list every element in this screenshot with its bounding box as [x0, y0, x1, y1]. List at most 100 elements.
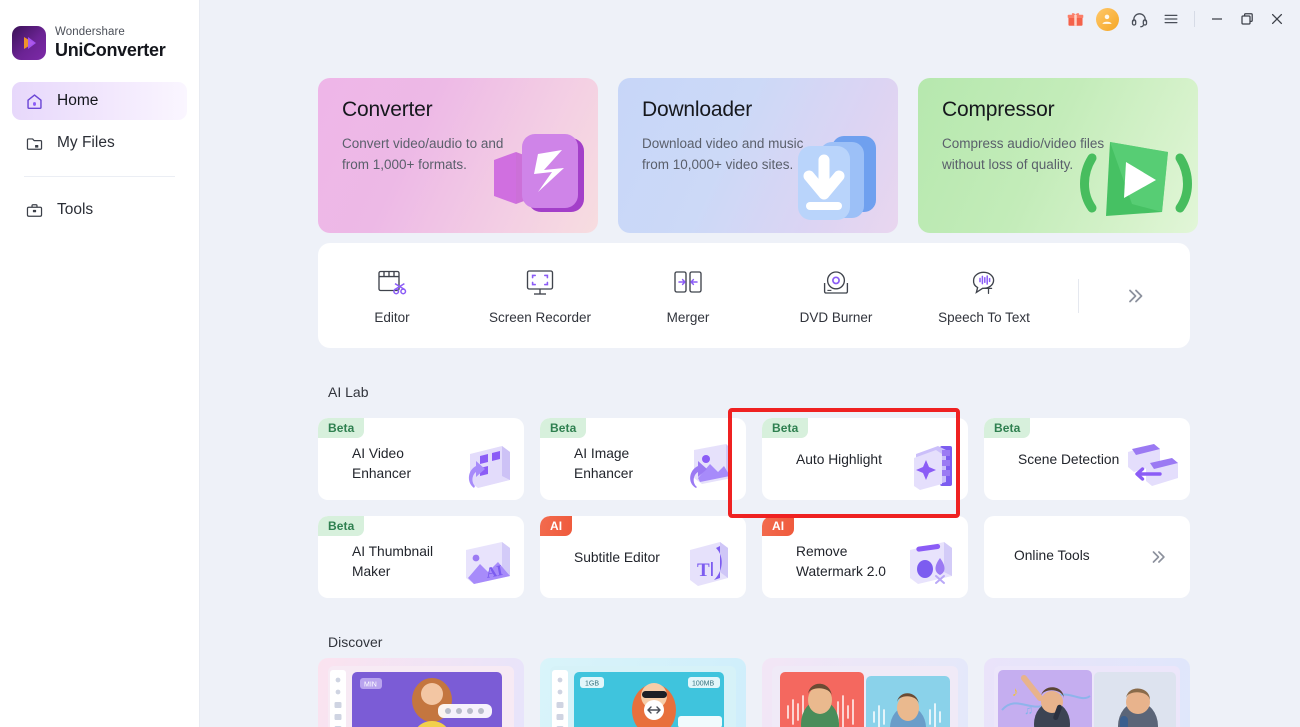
section-title-discover: Discover [328, 634, 383, 650]
ai-image-enhancer-icon [676, 436, 738, 494]
quick-tools-panel: Editor Screen Recorder Merger DVD Burner… [318, 243, 1190, 348]
tool-screen-recorder-label: Screen Recorder [488, 310, 592, 325]
discover-grid: MIN 1GB 100MB ♪ ♫ [318, 658, 1190, 727]
folder-icon [25, 134, 44, 153]
ai-thumbnail-maker-icon: AI [454, 534, 516, 592]
status-badge-beta: Beta [318, 418, 365, 438]
tool-merger[interactable]: Merger [614, 266, 762, 325]
sidebar-divider [24, 176, 175, 177]
tool-merger-label: Merger [666, 310, 710, 325]
status-badge-beta: Beta [318, 516, 365, 536]
discover-thumbnail-3 [772, 666, 958, 727]
feature-card-compressor-title: Compressor [942, 98, 1055, 121]
editor-scissors-icon [375, 266, 409, 300]
speech-bubble-waveform-icon [967, 266, 1001, 300]
ai-card-ai-thumbnail-maker-label: AI Thumbnail Maker [352, 544, 434, 579]
ai-video-enhancer-icon [454, 436, 516, 494]
tool-editor-label: Editor [374, 310, 410, 325]
hamburger-menu-icon[interactable] [1155, 3, 1187, 35]
ai-card-subtitle-editor-label: Subtitle Editor [574, 550, 660, 565]
ai-lab-grid: Beta AI Video Enhancer Beta AI Image Enh… [318, 418, 1190, 598]
discover-card-1[interactable]: MIN [318, 658, 524, 727]
dvd-disc-icon [819, 266, 853, 300]
subtitle-editor-icon: T [676, 534, 738, 592]
restore-icon[interactable] [1232, 3, 1262, 35]
titlebar-divider [1194, 11, 1195, 27]
feature-cards-row: Converter Convert video/audio to and fro… [318, 78, 1198, 233]
monitor-record-icon [523, 266, 557, 300]
svg-text:100MB: 100MB [692, 681, 715, 688]
tool-speech-to-text-label: Speech To Text [938, 310, 1030, 325]
svg-text:♫: ♫ [1024, 703, 1033, 717]
tool-screen-recorder[interactable]: Screen Recorder [466, 266, 614, 325]
discover-thumbnail-2: 1GB 100MB [550, 666, 736, 727]
main-content: Converter Convert video/audio to and fro… [200, 0, 1300, 727]
feature-card-converter[interactable]: Converter Convert video/audio to and fro… [318, 78, 598, 233]
ai-card-scene-detection-label: Scene Detection [1018, 452, 1120, 467]
brand-name-top: Wondershare [55, 26, 125, 39]
sidebar-item-my-files[interactable]: My Files [12, 124, 187, 162]
status-badge-beta: Beta [762, 418, 809, 438]
wondershare-logo-icon [12, 26, 46, 60]
ai-card-ai-thumbnail-maker[interactable]: Beta AI Thumbnail Maker AI [318, 516, 524, 598]
auto-highlight-icon [898, 436, 960, 494]
tool-dvd-burner-label: DVD Burner [799, 310, 873, 325]
status-badge-beta: Beta [540, 418, 587, 438]
download-icon [776, 108, 896, 233]
feature-card-downloader-title: Downloader [642, 98, 753, 121]
sidebar-item-home[interactable]: Home [12, 82, 187, 120]
section-title-ai-lab: AI Lab [328, 384, 369, 400]
feature-card-downloader[interactable]: Downloader Download video and music from… [618, 78, 898, 233]
svg-text:AI: AI [485, 563, 505, 582]
compressor-icon [1076, 108, 1196, 233]
close-icon[interactable] [1262, 3, 1292, 35]
sidebar-item-tools[interactable]: Tools [12, 191, 187, 229]
toolbox-icon [25, 201, 44, 220]
status-badge-ai: AI [540, 516, 573, 536]
brand-name-bottom: UniConverter [55, 39, 166, 60]
tool-speech-to-text[interactable]: Speech To Text [910, 266, 1058, 325]
tool-dvd-burner[interactable]: DVD Burner [762, 266, 910, 325]
window-titlebar [1059, 0, 1300, 38]
sidebar-nav: Home My Files Tools [0, 82, 199, 229]
double-chevron-right-icon [1148, 547, 1168, 567]
ai-card-online-tools-label: Online Tools [1014, 548, 1090, 563]
discover-thumbnail-1: MIN [328, 666, 514, 727]
double-chevron-right-icon [1124, 285, 1146, 307]
merge-arrows-icon [671, 266, 705, 300]
status-badge-beta: Beta [984, 418, 1031, 438]
ai-card-ai-image-enhancer-label: AI Image Enhancer [574, 446, 634, 481]
minimize-icon[interactable] [1202, 3, 1232, 35]
sidebar-item-my-files-label: My Files [57, 134, 115, 151]
gift-icon[interactable] [1059, 3, 1091, 35]
ai-card-online-tools[interactable]: Online Tools [984, 516, 1190, 598]
svg-text:MIN: MIN [364, 682, 377, 689]
tools-more-button[interactable] [1079, 285, 1190, 307]
scene-detection-icon [1120, 436, 1182, 494]
ai-card-ai-image-enhancer[interactable]: Beta AI Image Enhancer [540, 418, 746, 500]
ai-card-ai-video-enhancer[interactable]: Beta AI Video Enhancer [318, 418, 524, 500]
discover-thumbnail-4: ♪ ♫ [994, 666, 1180, 727]
feature-card-converter-title: Converter [342, 98, 433, 121]
app-logo: Wondershare UniConverter [0, 0, 199, 60]
discover-card-4[interactable]: ♪ ♫ [984, 658, 1190, 727]
ai-card-ai-video-enhancer-label: AI Video Enhancer [352, 446, 412, 481]
ai-card-auto-highlight-label: Auto Highlight [796, 452, 882, 467]
tool-editor[interactable]: Editor [318, 266, 466, 325]
ai-card-remove-watermark[interactable]: AI Remove Watermark 2.0 [762, 516, 968, 598]
app-window: Wondershare UniConverter Home My Files T… [0, 0, 1300, 727]
ai-card-subtitle-editor[interactable]: AI Subtitle Editor T [540, 516, 746, 598]
svg-text:♪: ♪ [1012, 684, 1019, 699]
user-avatar-icon[interactable] [1091, 3, 1123, 35]
discover-card-2[interactable]: 1GB 100MB [540, 658, 746, 727]
ai-card-scene-detection[interactable]: Beta Scene Detection [984, 418, 1190, 500]
discover-card-3[interactable] [762, 658, 968, 727]
status-badge-ai: AI [762, 516, 795, 536]
remove-watermark-icon [898, 534, 960, 592]
home-icon [25, 92, 44, 111]
avatar [1095, 7, 1119, 31]
headset-icon[interactable] [1123, 3, 1155, 35]
feature-card-compressor[interactable]: Compressor Compress audio/video files wi… [918, 78, 1198, 233]
ai-card-remove-watermark-label: Remove Watermark 2.0 [796, 544, 886, 579]
ai-card-auto-highlight[interactable]: Beta Auto Highlight [762, 418, 968, 500]
